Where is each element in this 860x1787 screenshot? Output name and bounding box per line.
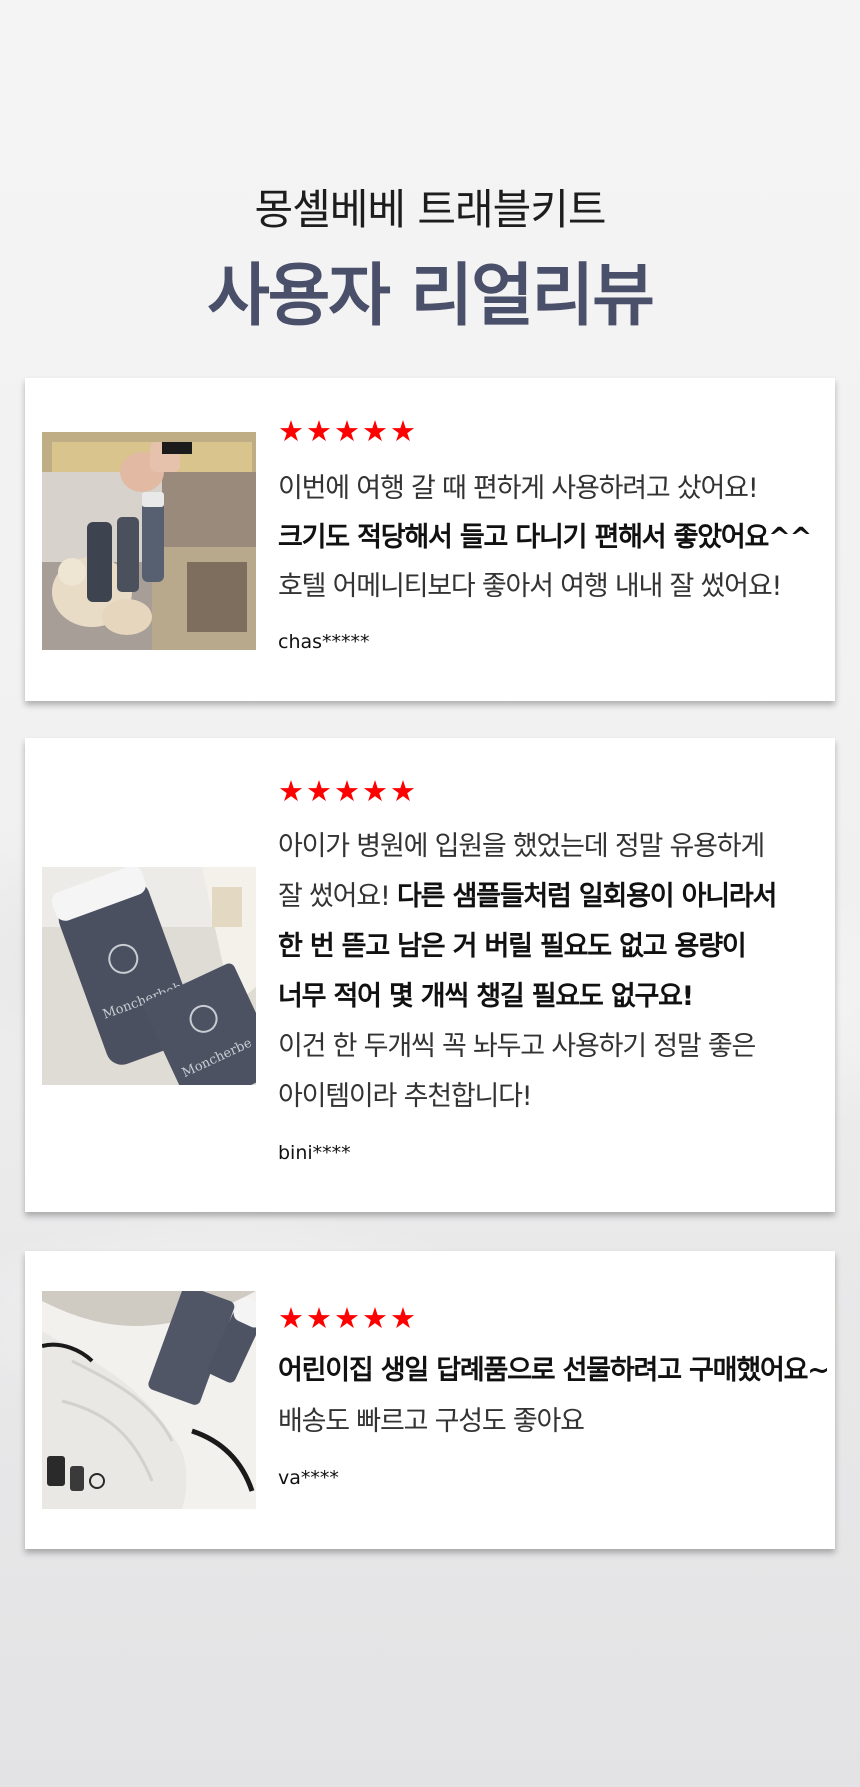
review-text-line: 배송도 빠르고 구성도 좋아요 (278, 1406, 585, 1437)
review-text-line-highlight: 너무 적어 몇 개씩 챙길 필요도 없구요! (278, 981, 694, 1012)
review-card: ★★★★★ 어린이집 생일 답례품으로 선물하려고 구매했어요~ 배송도 빠르고… (25, 1251, 835, 1549)
review-text-line: 잘 썼어요! 다른 샘플들처럼 일회용이 아니라서 (278, 872, 825, 922)
review-text-segment: 잘 썼어요! (278, 881, 391, 912)
page-subtitle: 몽셸베베 트래블키트 (254, 185, 606, 234)
star-rating: ★★★★★ (278, 774, 418, 808)
review-text-line-highlight: 한 번 뜯고 남은 거 버릴 필요도 없고 용량이 (278, 931, 747, 962)
review-text-line: 아이가 병원에 입원을 했었는데 정말 유용하게 (278, 831, 765, 862)
review-text-segment-highlight: 다른 샘플들처럼 일회용이 아니라서 (396, 881, 777, 912)
review-text-line-highlight: 어린이집 생일 답례품으로 선물하려고 구매했어요~ (278, 1355, 830, 1386)
review-text-line: 이건 한 두개씩 꼭 놔두고 사용하기 정말 좋은 (278, 1031, 756, 1062)
page-title: 사용자 리얼리뷰 (207, 257, 655, 336)
review-text-line-highlight: 크기도 적당해서 들고 다니기 편해서 좋았어요^^ (278, 522, 812, 553)
review-text-line: 호텔 어메니티보다 좋아서 여행 내내 잘 썼어요! (278, 571, 782, 602)
review-photo-travel-bag (42, 432, 256, 650)
review-card: Moncherbebe Moncherbe ★★★★★ 아이가 병원에 입원을 … (25, 738, 835, 1212)
reviewer-id: chas***** (278, 631, 370, 653)
review-photo-gift-pouch (42, 1291, 256, 1509)
review-text-line: 아이템이라 추천합니다! (278, 1081, 533, 1112)
star-rating: ★★★★★ (278, 1301, 418, 1335)
reviewer-id: va**** (278, 1467, 339, 1489)
review-photo-product-bottles: Moncherbebe Moncherbe (42, 867, 256, 1085)
review-card: ★★★★★ 이번에 여행 갈 때 편하게 사용하려고 샀어요! 크기도 적당해서… (25, 378, 835, 701)
review-text-line: 이번에 여행 갈 때 편하게 사용하려고 샀어요! (278, 473, 759, 504)
star-rating: ★★★★★ (278, 414, 418, 448)
reviewer-id: bini**** (278, 1142, 351, 1164)
